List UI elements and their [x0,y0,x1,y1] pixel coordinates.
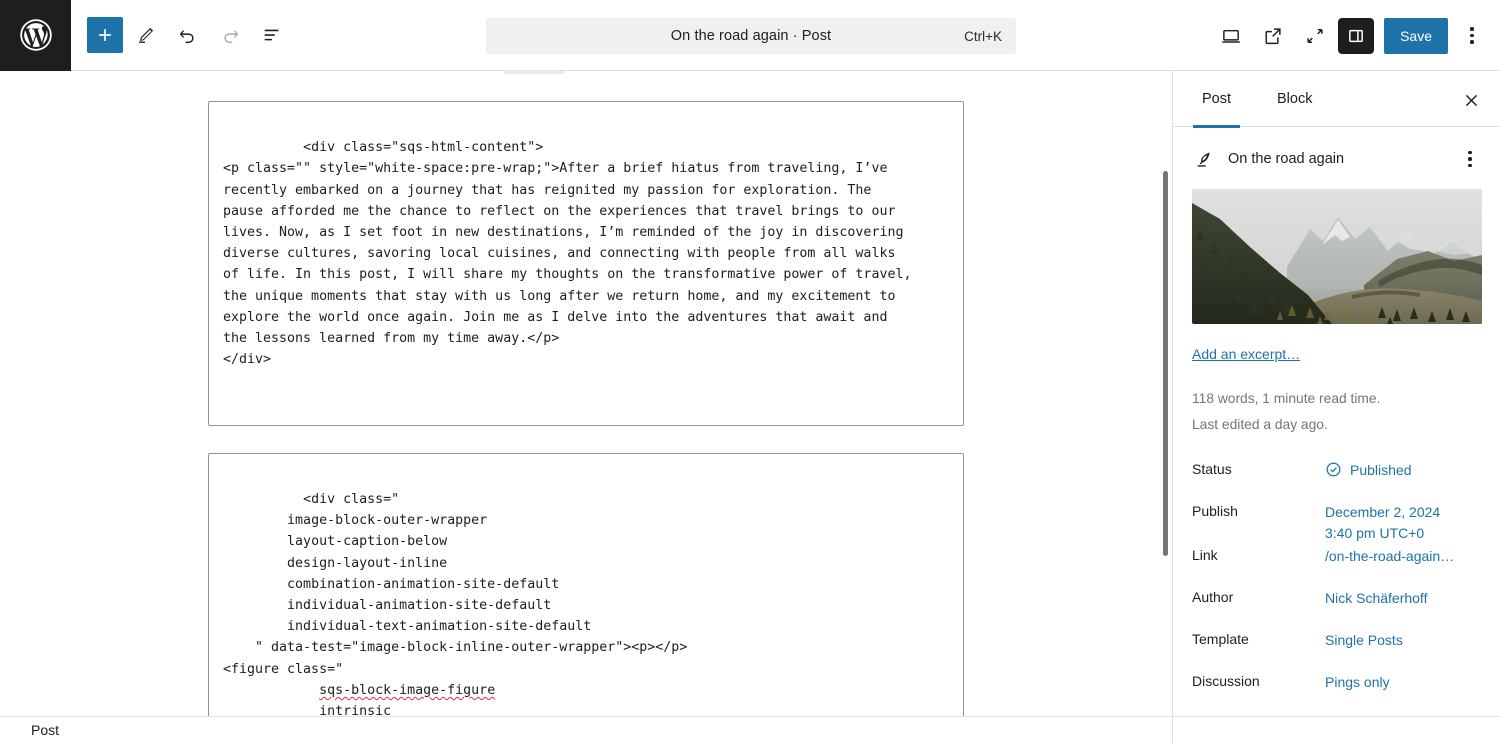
publish-date: December 2, 2024 [1325,504,1441,520]
kebab-dot [1470,27,1474,31]
external-link-icon [1265,27,1281,44]
canvas-scrollbar-thumb[interactable] [1163,171,1168,556]
command-bar-title: On the road again · Post [670,28,832,44]
link-label: Link [1192,547,1218,563]
kebab-dot [1468,157,1472,161]
status-label: Status [1192,461,1232,477]
html-block-two-code-before[interactable]: <div class=" image-block-outer-wrapper l… [223,492,687,698]
publish-time: 3:40 pm UTC+0 [1325,525,1425,541]
html-block-one-code[interactable]: <div class="sqs-html-content"> <p class=… [223,140,911,367]
settings-sidebar: Post Block On the road again Add an exce… [1172,71,1500,743]
options-menu-button[interactable] [1454,17,1490,55]
post-header: On the road again [1173,127,1500,185]
template-value-button[interactable]: Single Posts [1325,628,1403,651]
tab-block[interactable]: Block [1268,71,1321,127]
editor-canvas[interactable]: <div class="sqs-html-content"> <p class=… [0,71,1172,716]
document-overview-button[interactable] [253,16,291,54]
canvas-scrollbar[interactable] [1160,71,1172,716]
zoom-out-button[interactable] [1296,17,1334,55]
block-list: <div class="sqs-html-content"> <p class=… [208,71,964,716]
editor-status-bar: Post [0,716,1172,743]
post-meta-stats: 118 words, 1 minute read time. Last edit… [1192,386,1500,438]
kebab-dot [1470,40,1474,44]
canvas-inner: <div class="sqs-html-content"> <p class=… [0,71,1172,716]
kebab-dot [1468,150,1472,155]
sidebar-divider [1173,716,1500,717]
info-row-discussion: Discussion Pings only [1173,670,1500,712]
info-row-author: Author Nick Schäferhoff [1173,586,1500,628]
discussion-label: Discussion [1192,673,1260,689]
discussion-value-button[interactable]: Pings only [1325,670,1390,693]
breadcrumb-post[interactable]: Post [31,722,59,738]
word-count-text: 118 words, 1 minute read time. [1192,391,1381,406]
author-label: Author [1192,589,1234,605]
settings-sidebar-toggle[interactable] [1338,17,1375,54]
redo-arrow-icon [224,30,239,44]
block-inserter-button[interactable] [87,17,123,53]
expand-corners-icon [1307,28,1323,43]
pencil-icon [139,27,154,43]
header-toolbar [71,16,291,54]
template-label: Template [1192,631,1249,647]
info-row-publish: Publish December 2, 2024 3:40 pm UTC+0 [1173,500,1500,544]
publish-date-button[interactable]: December 2, 2024 3:40 pm UTC+0 [1325,500,1440,544]
link-value-button[interactable]: /on-the-road-again… [1325,544,1454,567]
kebab-dot [1468,163,1472,168]
editor-header: On the road again · Post Ctrl+K Save [0,0,1500,71]
post-actions-button[interactable] [1456,145,1484,173]
resize-handle[interactable] [946,408,961,423]
scrolled-off-block [504,71,564,74]
info-row-template: Template Single Posts [1173,628,1500,670]
check-circle-icon [1325,461,1343,478]
html-block-two[interactable]: <div class=" image-block-outer-wrapper l… [208,452,964,716]
post-title: On the road again [1228,151,1345,167]
command-bar-shortcut: Ctrl+K [964,28,1002,44]
sidebar-panel-icon [1349,29,1363,42]
undo-arrow-icon [179,30,194,44]
publish-label: Publish [1192,503,1238,519]
status-value-button[interactable]: Published [1325,458,1412,481]
author-value-button[interactable]: Nick Schäferhoff [1325,586,1427,609]
post-info-rows: Status Published Publish December 2, 202… [1173,458,1500,712]
redo-button[interactable] [211,16,249,54]
close-icon[interactable] [1456,85,1486,115]
sidebar-tab-bar: Post Block [1173,71,1500,128]
tab-post[interactable]: Post [1193,71,1241,128]
undo-button[interactable] [169,16,207,54]
info-row-status: Status Published [1173,458,1500,500]
header-right-tools: Save [1212,0,1490,71]
last-edited-text: Last edited a day ago. [1192,417,1328,432]
tools-button[interactable] [127,16,165,54]
kebab-dot [1470,33,1474,38]
add-excerpt-link[interactable]: Add an excerpt… [1192,346,1300,362]
view-post-button[interactable] [1254,17,1292,55]
list-view-icon [264,29,279,41]
desktop-icon [1222,29,1240,43]
desktop-view-button[interactable] [1212,17,1250,55]
html-block-two-code-after[interactable]: intrinsic " style="max-width:2500px;"><p… [223,704,767,716]
post-feather-icon [1191,149,1215,170]
save-button[interactable]: Save [1384,17,1448,54]
info-row-link: Link /on-the-road-again… [1173,544,1500,586]
featured-image[interactable] [1192,189,1482,324]
wordpress-logo-icon[interactable] [0,0,71,71]
command-bar[interactable]: On the road again · Post Ctrl+K [486,18,1016,54]
misspelled-word[interactable]: sqs-block-image-figure [319,683,495,698]
html-block-one[interactable]: <div class="sqs-html-content"> <p class=… [208,101,964,426]
wordpress-block-editor: On the road again · Post Ctrl+K Save <di… [0,0,1500,743]
status-badge: Published [1350,462,1412,478]
